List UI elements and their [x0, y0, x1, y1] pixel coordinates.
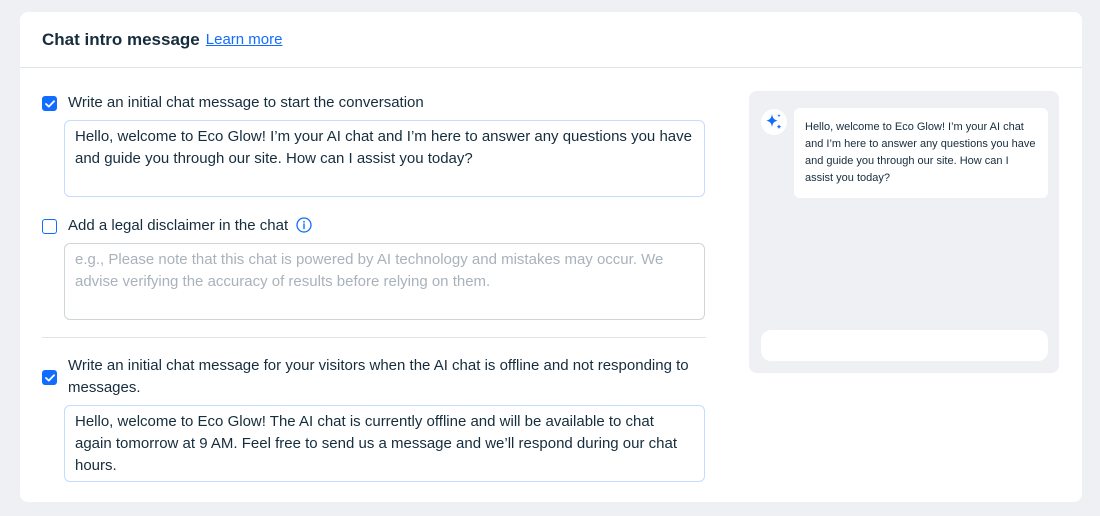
- page-title: Chat intro message: [42, 29, 200, 49]
- chat-intro-card: Chat intro message Learn more Write an i…: [20, 12, 1082, 502]
- offline-message-option: Write an initial chat message for your v…: [42, 355, 706, 399]
- preview-message-bubble: Hello, welcome to Eco Glow! I’m your AI …: [794, 108, 1048, 198]
- legal-disclaimer-option: Add a legal disclaimer in the chat: [42, 215, 706, 237]
- legal-disclaimer-textarea[interactable]: e.g., Please note that this chat is powe…: [64, 243, 705, 320]
- legal-disclaimer-label: Add a legal disclaimer in the chat: [68, 215, 312, 237]
- ai-avatar: [761, 109, 787, 135]
- legal-disclaimer-checkbox[interactable]: [42, 219, 57, 234]
- initial-message-checkbox[interactable]: [42, 96, 57, 111]
- sparkle-icon: [766, 114, 782, 130]
- initial-message-label: Write an initial chat message to start t…: [68, 94, 424, 111]
- section-divider: [42, 337, 706, 338]
- legal-disclaimer-label-text: Add a legal disclaimer in the chat: [68, 217, 289, 234]
- preview-chat-input: [761, 330, 1048, 361]
- offline-message-label: Write an initial chat message for your v…: [68, 357, 689, 396]
- checkmark-icon: [44, 99, 55, 107]
- info-icon[interactable]: [296, 217, 312, 233]
- offline-message-checkbox[interactable]: [42, 370, 57, 385]
- options-column: Write an initial chat message to start t…: [42, 68, 706, 482]
- offline-message-textarea[interactable]: Hello, welcome to Eco Glow! The AI chat …: [64, 405, 705, 482]
- initial-message-option: Write an initial chat message to start t…: [42, 92, 706, 114]
- initial-message-textarea[interactable]: Hello, welcome to Eco Glow! I’m your AI …: [64, 120, 705, 197]
- chat-preview: Hello, welcome to Eco Glow! I’m your AI …: [749, 91, 1059, 373]
- card-header: Chat intro message Learn more: [20, 12, 1082, 68]
- checkmark-icon: [44, 373, 55, 381]
- learn-more-link[interactable]: Learn more: [206, 31, 283, 48]
